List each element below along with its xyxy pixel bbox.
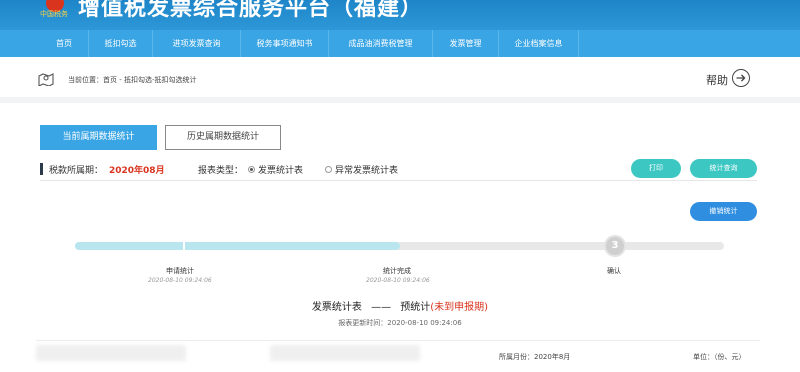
redacted-tax-id — [270, 345, 420, 361]
stats-title-note: (未到申报期) — [430, 302, 489, 313]
period-value: 2020年08月 — [109, 166, 165, 176]
site-title: 增值税发票综合服务平台（福建） — [78, 0, 424, 21]
radio-invoice-stats[interactable] — [248, 166, 255, 173]
breadcrumb-bar: 当前位置：首页 - 抵扣勾选-抵扣勾选统计 帮助 — [0, 57, 800, 103]
progress-fill — [75, 242, 400, 250]
main-nav: 首页 抵扣勾选 进项发票查询 税务事项通知书 成品油消费税管理 发票管理 企业档… — [0, 30, 800, 57]
step-1-name: 申请统计 — [166, 267, 194, 275]
progress-track — [75, 242, 724, 250]
month-label: 所属月份：2020年8月 — [499, 353, 571, 361]
period-label: 税款所属期： — [49, 166, 104, 176]
nav-item-oil-tax[interactable]: 成品油消费税管理 — [329, 30, 433, 57]
stats-title-dash: —— — [371, 302, 392, 313]
redacted-company-name — [36, 345, 186, 361]
location-map-icon — [38, 73, 54, 86]
step-3-name: 确认 — [607, 267, 621, 275]
stats-title: 发票统计表 —— 预统计(未到申报期) — [0, 298, 800, 313]
step-2-name: 统计完成 — [383, 267, 411, 275]
help-link[interactable]: 帮助 — [706, 72, 728, 88]
progress-separator — [183, 242, 185, 250]
report-type-label: 报表类型： — [198, 166, 244, 176]
site-header: 中国税务 增值税发票综合服务平台（福建） — [0, 0, 800, 30]
radio-abnormal-invoice-stats-label[interactable]: 异常发票统计表 — [335, 163, 398, 176]
arrow-right-circle-icon[interactable] — [732, 69, 750, 87]
breadcrumb: 当前位置：首页 - 抵扣勾选-抵扣勾选统计 — [68, 76, 197, 84]
stats-title-main: 发票统计表 — [311, 302, 362, 313]
nav-item-enterprise-info[interactable]: 企业档案信息 — [499, 30, 579, 57]
step-3-circle: 3 — [604, 235, 626, 257]
radio-abnormal-invoice-stats[interactable] — [325, 166, 332, 173]
print-button[interactable]: 打印 — [631, 159, 681, 178]
tab-history-period[interactable]: 历史属期数据统计 — [165, 125, 281, 150]
unit-label: 单位：（份、元） — [693, 353, 746, 361]
section-marker — [40, 163, 43, 175]
cancel-stats-button[interactable]: 撤销统计 — [690, 202, 757, 221]
tab-current-period[interactable]: 当前属期数据统计 — [40, 125, 157, 150]
radio-invoice-stats-label[interactable]: 发票统计表 — [258, 163, 303, 176]
logo-text: 中国税务 — [40, 10, 68, 18]
step-2-time: 2020-08-10 09:24:06 — [366, 277, 430, 284]
stats-query-button[interactable]: 统计查询 — [690, 159, 757, 178]
nav-item-tax-notice[interactable]: 税务事项通知书 — [241, 30, 329, 57]
nav-item-invoice-manage[interactable]: 发票管理 — [433, 30, 499, 57]
stats-title-sub: 预统计 — [400, 302, 431, 313]
nav-item-home[interactable]: 首页 — [40, 30, 89, 57]
nav-item-input-invoice-query[interactable]: 进项发票查询 — [153, 30, 241, 57]
tax-logo: 中国税务 — [40, 0, 74, 20]
nav-item-deduction-select[interactable]: 抵扣勾选 — [89, 30, 153, 57]
divider — [36, 340, 760, 341]
divider — [40, 180, 757, 181]
update-time: 报表更新时间：2020-08-10 09:24:06 — [338, 319, 462, 327]
step-1-time: 2020-08-10 09:24:06 — [148, 277, 212, 284]
